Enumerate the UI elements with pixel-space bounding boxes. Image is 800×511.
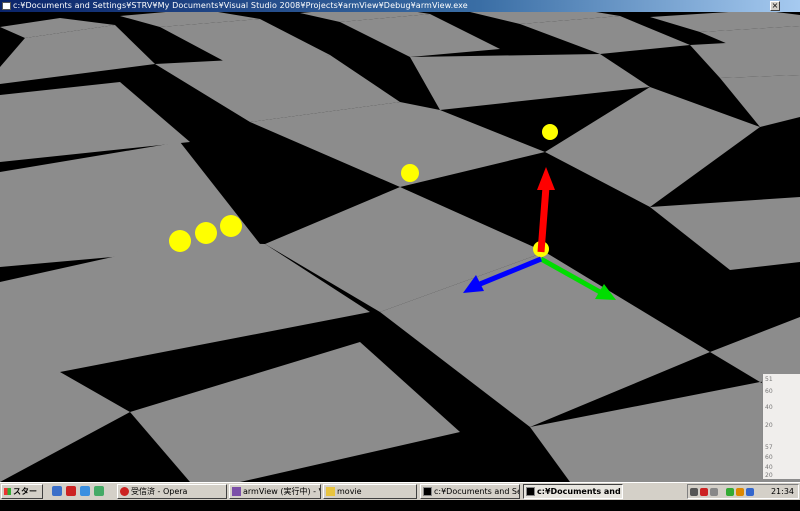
network-icon[interactable] bbox=[690, 488, 698, 496]
task-console-active[interactable]: c:¥Documents and S... bbox=[523, 484, 623, 499]
marker bbox=[401, 164, 419, 182]
3d-viewport[interactable] bbox=[0, 12, 800, 482]
security-icon[interactable] bbox=[700, 488, 708, 496]
task-opera[interactable]: 受信済 - Opera bbox=[117, 484, 227, 499]
scene-canvas[interactable] bbox=[0, 12, 800, 482]
folder-icon bbox=[326, 487, 335, 496]
gauge-label: 60 bbox=[765, 388, 773, 395]
window-title: c:¥Documents and Settings¥STRV¥My Docume… bbox=[13, 1, 468, 10]
volume-icon[interactable] bbox=[746, 488, 754, 496]
task-visual-studio[interactable]: armView (実行中) - Vis... bbox=[229, 484, 321, 499]
gauge-label: 60 bbox=[765, 454, 773, 461]
task-label: c:¥Documents and S... bbox=[537, 487, 622, 496]
gauge-label: 51 bbox=[765, 376, 773, 383]
taskbar: スタート 受信済 - Opera armView (実行中) - Vis... … bbox=[0, 482, 800, 509]
opera-icon[interactable] bbox=[66, 486, 76, 496]
gauge-label: 40 bbox=[765, 404, 773, 411]
close-button[interactable]: × bbox=[770, 1, 780, 11]
media-icon[interactable] bbox=[94, 486, 104, 496]
gauge-label: 57 bbox=[765, 444, 773, 451]
system-tray: 21:34 bbox=[687, 484, 799, 499]
window-titlebar[interactable]: c:¥Documents and Settings¥STRV¥My Docume… bbox=[0, 0, 800, 12]
clock[interactable]: 21:34 bbox=[771, 485, 794, 498]
gauge-label: 20 bbox=[765, 472, 773, 479]
ie-icon[interactable] bbox=[80, 486, 90, 496]
status-icon[interactable] bbox=[726, 488, 734, 496]
task-movie-folder[interactable]: movie bbox=[323, 484, 417, 499]
task-label: armView (実行中) - Vis... bbox=[243, 487, 320, 496]
task-console[interactable]: c:¥Documents and Setti... bbox=[420, 484, 520, 499]
task-label: 受信済 - Opera bbox=[131, 487, 188, 496]
marker bbox=[220, 215, 242, 237]
show-desktop-icon[interactable] bbox=[52, 486, 62, 496]
opera-icon bbox=[120, 487, 129, 496]
console-app-icon bbox=[2, 2, 11, 10]
visual-studio-icon bbox=[232, 487, 241, 496]
marker bbox=[169, 230, 191, 252]
windows-logo-icon bbox=[4, 488, 11, 495]
task-label: movie bbox=[337, 487, 362, 496]
console-icon bbox=[423, 487, 432, 496]
gauge-label: 40 bbox=[765, 464, 773, 471]
marker bbox=[195, 222, 217, 244]
device-icon[interactable] bbox=[710, 488, 718, 496]
side-gauge-widget: 51 60 40 20 57 60 40 20 bbox=[762, 374, 800, 479]
start-label: スタート bbox=[13, 487, 37, 509]
axis-up bbox=[537, 186, 550, 253]
task-label: c:¥Documents and Setti... bbox=[434, 487, 519, 496]
update-icon[interactable] bbox=[736, 488, 744, 496]
marker bbox=[542, 124, 558, 140]
console-icon bbox=[526, 487, 535, 496]
gauge-label: 20 bbox=[765, 422, 773, 429]
start-button[interactable]: スタート bbox=[1, 484, 43, 509]
